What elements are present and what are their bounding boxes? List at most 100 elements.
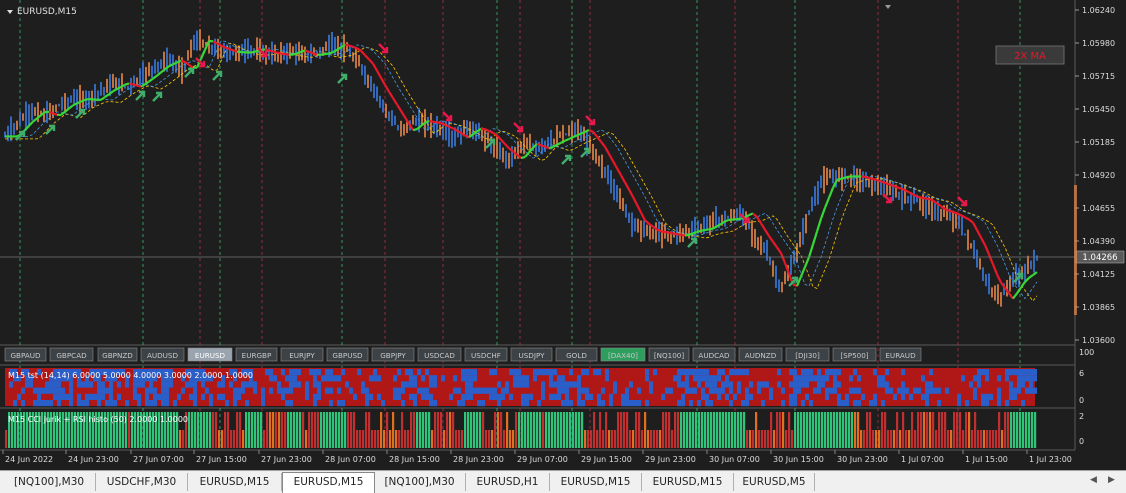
histo-bar [920, 412, 922, 448]
symbol-button-eurusd[interactable]: EURUSD [188, 348, 232, 361]
histo-bar [959, 412, 961, 448]
histo-bar [581, 412, 583, 448]
symbol-button-usdcad[interactable]: USDCAD [418, 348, 461, 361]
tst-cell [109, 388, 113, 394]
symbol-button-gbpjpy[interactable]: GBPJPY [372, 348, 414, 361]
symbol-button-eurjpy[interactable]: EURJPY [281, 348, 323, 361]
symbol-button-eurgbp[interactable]: EURGBP [236, 348, 277, 361]
tst-cell [233, 394, 237, 400]
symbol-button-nq100[interactable]: [NQ100] [649, 348, 689, 361]
chart-tab[interactable]: EURUSD,M5 [734, 473, 815, 491]
ma-fast-segment [917, 197, 921, 198]
histo-bar [728, 412, 730, 448]
chart-tab[interactable]: EURUSD,H1 [466, 473, 550, 491]
symbol-button-audnzd[interactable]: AUDNZD [739, 348, 782, 361]
time-axis-label: 29 Jun 15:00 [581, 455, 632, 464]
histo-bar [473, 412, 475, 448]
tst-cell [1021, 369, 1025, 375]
chart-window[interactable]: 1.062401.059801.057151.054501.051851.049… [0, 0, 1126, 470]
tst-cell [413, 375, 417, 381]
symbol-button-euraud[interactable]: EURAUD [880, 348, 921, 361]
tst-cell [521, 375, 525, 381]
tst-cell [509, 369, 513, 375]
symbol-button-gbpcad[interactable]: GBPCAD [50, 348, 93, 361]
chart-tab[interactable]: EURUSD,M15 [282, 472, 375, 493]
histo-bar [485, 430, 487, 448]
ma-fast-segment [685, 235, 689, 236]
tst-cell [653, 369, 657, 375]
chart-tab[interactable]: [NQ100],M30 [3, 473, 96, 491]
tst-cell [145, 400, 149, 406]
tst-cell [165, 388, 169, 394]
tab-scroll-left-icon[interactable]: ◀ [1090, 475, 1097, 485]
symbol-button-gbpaud[interactable]: GBPAUD [5, 348, 46, 361]
tst-cell [565, 400, 569, 406]
symbol-button-usdjpy[interactable]: USDJPY [511, 348, 552, 361]
chart-canvas[interactable]: 1.062401.059801.057151.054501.051851.049… [0, 0, 1126, 470]
histo-bar [767, 430, 769, 448]
histo-bar [1001, 430, 1003, 448]
tst-cell [761, 381, 765, 387]
symbol-button-gold[interactable]: GOLD [556, 348, 597, 361]
symbol-button-audcad[interactable]: AUDCAD [693, 348, 735, 361]
histo-bar [857, 412, 859, 448]
symbol-button-gbpnzd[interactable]: GBPNZD [98, 348, 137, 361]
histo-bar [227, 412, 229, 448]
symbol-button-sp500[interactable]: [SP500] [833, 348, 876, 361]
histo-bar [332, 412, 334, 448]
tst-cell [313, 375, 317, 381]
tst-cell [393, 394, 397, 400]
tab-scroll-right-icon[interactable]: ▶ [1108, 475, 1115, 485]
tst-cell [945, 388, 949, 394]
tst-cell [477, 388, 481, 394]
symbol-button-audusd[interactable]: AUDUSD [141, 348, 184, 361]
tst-cell [577, 400, 581, 406]
tst-cell [633, 400, 637, 406]
histo-bar [560, 412, 562, 448]
tst-cell [985, 394, 989, 400]
tst-cell [425, 388, 429, 394]
tst-cell [985, 375, 989, 381]
tst-cell [189, 394, 193, 400]
tst-cell [997, 400, 1001, 406]
tst-cell [281, 388, 285, 394]
symbol-button-gbpusd[interactable]: GBPUSD [327, 348, 368, 361]
tst-cell [421, 388, 425, 394]
tst-cell [281, 369, 285, 375]
tst-cell [421, 394, 425, 400]
histo-bar [536, 412, 538, 448]
chart-tab-bar: [NQ100],M30USDCHF,M30EURUSD,M15EURUSD,M1… [0, 470, 1126, 493]
symbol-button-usdchf[interactable]: USDCHF [465, 348, 507, 361]
tst-cell [549, 369, 553, 375]
chart-tab[interactable]: EURUSD,M15 [642, 473, 734, 491]
tst-cell [697, 381, 701, 387]
tst-cell [345, 381, 349, 387]
tst-cell [485, 388, 489, 394]
histo-bar [422, 412, 424, 448]
chart-tab[interactable]: EURUSD,M15 [188, 473, 282, 491]
tst-cell [541, 388, 545, 394]
histo-bar [602, 430, 604, 448]
histo-bar [509, 430, 511, 448]
chart-tab[interactable]: EURUSD,M15 [550, 473, 642, 491]
tst-cell [577, 375, 581, 381]
chart-tab[interactable]: [NQ100],M30 [374, 473, 466, 491]
time-axis: 24 Jun 202224 Jun 23:0027 Jun 07:0027 Ju… [3, 450, 1072, 464]
tst-cell [789, 400, 793, 406]
tst-cell [829, 369, 833, 375]
chart-tab[interactable]: USDCHF,M30 [96, 473, 188, 491]
tst-cell [293, 375, 297, 381]
tst-cell [469, 394, 473, 400]
tst-cell [929, 369, 933, 375]
symbol-button-dax40[interactable]: [DAX40] [601, 348, 645, 361]
tst-cell [245, 400, 249, 406]
symbol-button-dji30[interactable]: [DJI30] [786, 348, 829, 361]
histo-bar [491, 430, 493, 448]
tst-cell [677, 381, 681, 387]
tst-cell [421, 375, 425, 381]
histo-bar [284, 412, 286, 448]
tst-cell [293, 369, 297, 375]
histo-bar [311, 412, 313, 448]
price-tick-label: 1.04920 [1082, 171, 1115, 180]
tst-cell [217, 394, 221, 400]
